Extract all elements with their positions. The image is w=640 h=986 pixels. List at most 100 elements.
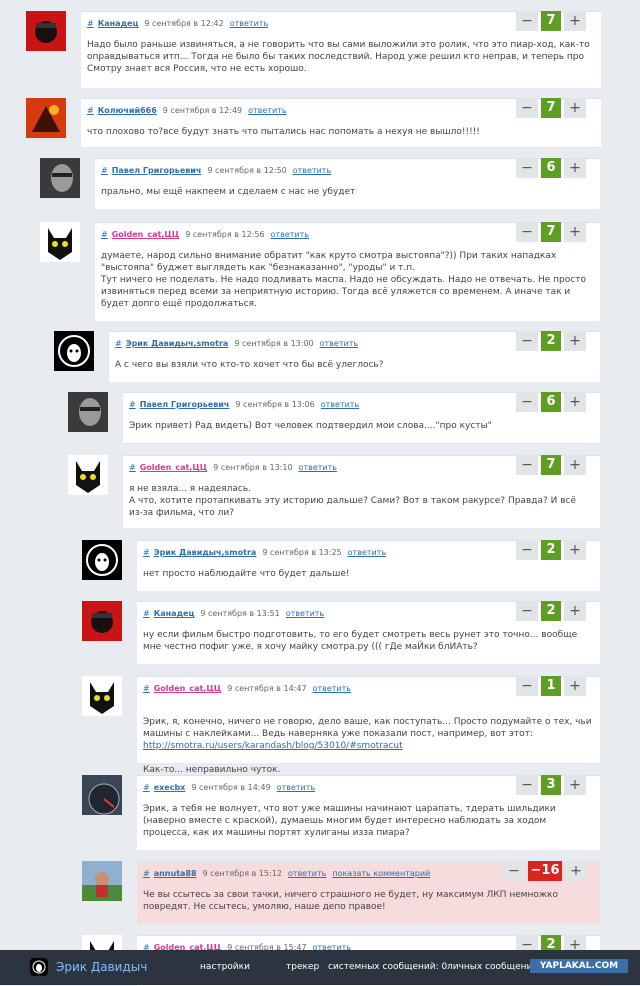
vote-widget: − 6 + — [516, 158, 586, 178]
vote-up-button[interactable]: + — [564, 601, 586, 621]
permalink[interactable]: # — [143, 869, 150, 878]
vote-up-button[interactable]: + — [564, 392, 586, 412]
comment-text-main: Эрик, я, конечно, ничего не говорю, дело… — [143, 717, 592, 739]
reply-link[interactable]: ответить — [286, 609, 324, 618]
permalink[interactable]: # — [143, 548, 150, 557]
current-username[interactable]: Эрик Давидыч — [56, 960, 147, 974]
avatar[interactable] — [82, 861, 122, 901]
reply-link[interactable]: ответить — [293, 166, 331, 175]
reply-link[interactable]: ответить — [313, 684, 351, 693]
vote-down-button[interactable]: − — [516, 392, 538, 412]
comment-time: 9 сентября в 15:12 — [202, 869, 282, 878]
comment-time: 9 сентября в 12:50 — [207, 166, 287, 175]
comment-text: Надо было раньше извиняться, а не говори… — [87, 40, 590, 74]
comment-author[interactable]: Павел Григорьевич — [140, 400, 230, 409]
show-comment-link[interactable]: показать комментарий — [332, 869, 430, 878]
comment-time: 9 сентября в 14:47 — [227, 684, 307, 693]
user-avatar[interactable] — [30, 958, 48, 976]
vote-down-button[interactable]: − — [516, 158, 538, 178]
vote-down-button[interactable]: − — [516, 222, 538, 242]
reply-link[interactable]: ответить — [230, 19, 268, 28]
comment-text: думаете, народ сильно внимание обратит "… — [101, 251, 586, 309]
reply-link[interactable]: ответить — [271, 230, 309, 239]
settings-link[interactable]: настройки — [200, 962, 250, 972]
permalink[interactable]: # — [143, 684, 150, 693]
vote-up-button[interactable]: + — [564, 775, 586, 795]
avatar[interactable] — [82, 540, 122, 580]
vote-down-button[interactable]: − — [516, 331, 538, 351]
vote-up-button[interactable]: + — [564, 455, 586, 475]
vote-up-button[interactable]: + — [564, 540, 586, 560]
comment-author[interactable]: Эрик Давидыч,smotra — [154, 548, 257, 557]
permalink[interactable]: # — [101, 230, 108, 239]
vote-up-button[interactable]: + — [564, 331, 586, 351]
comment-author[interactable]: Канадец — [154, 609, 195, 618]
reply-link[interactable]: ответить — [321, 400, 359, 409]
vote-up-button[interactable]: + — [564, 222, 586, 242]
comment-author[interactable]: Эрик Давидыч,smotra — [126, 339, 229, 348]
avatar[interactable] — [40, 222, 80, 262]
permalink[interactable]: # — [143, 609, 150, 618]
vote-up-button[interactable]: + — [564, 98, 586, 118]
avatar[interactable] — [40, 158, 80, 198]
tracker-link[interactable]: трекер — [286, 962, 319, 972]
comment-time: 9 сентября в 13:25 — [262, 548, 342, 557]
vote-down-button[interactable]: − — [516, 540, 538, 560]
vote-up-button[interactable]: + — [564, 676, 586, 696]
avatar[interactable] — [26, 98, 66, 138]
comment-author[interactable]: Golden_cat,ЦЦ — [154, 684, 222, 693]
avatar[interactable] — [82, 601, 122, 641]
avatar[interactable] — [82, 775, 122, 815]
vote-down-button[interactable]: − — [516, 676, 538, 696]
reply-link[interactable]: ответить — [299, 463, 337, 472]
comment-author[interactable]: Golden_cat,ЦЦ — [140, 463, 208, 472]
score-badge: 3 — [541, 775, 561, 795]
vote-widget: − −16 + — [503, 861, 587, 881]
comment-time: 9 сентября в 13:00 — [234, 339, 314, 348]
score-badge: 2 — [541, 601, 561, 621]
reply-link[interactable]: ответить — [320, 339, 358, 348]
permalink[interactable]: # — [87, 106, 94, 115]
vote-widget: − 2 + — [516, 331, 586, 351]
comment-author[interactable]: Канадец — [98, 19, 139, 28]
comment-text: я не взяла... я надеялась. А что, хотите… — [129, 484, 577, 518]
system-messages-link[interactable]: системных сообщений: 0 — [328, 962, 447, 972]
vote-down-button[interactable]: − — [503, 861, 525, 881]
site-logo[interactable]: YAPLAKAL.COM — [530, 959, 628, 973]
reply-link[interactable]: ответить — [277, 783, 315, 792]
permalink[interactable]: # — [129, 400, 136, 409]
vote-up-button[interactable]: + — [565, 861, 587, 881]
permalink[interactable]: # — [129, 463, 136, 472]
reply-link[interactable]: ответить — [348, 548, 386, 557]
avatar[interactable] — [54, 331, 94, 371]
score-badge: 1 — [541, 676, 561, 696]
reply-link[interactable]: ответить — [248, 106, 286, 115]
vote-up-button[interactable]: + — [564, 158, 586, 178]
comment-time: 9 сентября в 13:51 — [200, 609, 280, 618]
comment-author[interactable]: Павел Григорьевич — [112, 166, 202, 175]
vote-widget: − 2 + — [516, 601, 586, 621]
permalink[interactable]: # — [115, 339, 122, 348]
comment-author[interactable]: Golden_cat,ЦЦ — [112, 230, 180, 239]
permalink[interactable]: # — [87, 19, 94, 28]
reply-link[interactable]: ответить — [288, 869, 326, 878]
avatar[interactable] — [82, 676, 122, 716]
vote-down-button[interactable]: − — [516, 455, 538, 475]
comment-link[interactable]: http://smotra.ru/users/karandash/blog/53… — [143, 741, 403, 751]
vote-down-button[interactable]: − — [516, 601, 538, 621]
vote-down-button[interactable]: − — [516, 11, 538, 31]
vote-down-button[interactable]: − — [516, 98, 538, 118]
comment-author[interactable]: Колючий666 — [98, 106, 157, 115]
vote-down-button[interactable]: − — [516, 775, 538, 795]
permalink[interactable]: # — [101, 166, 108, 175]
comment-author[interactable]: execbx — [154, 783, 186, 792]
permalink[interactable]: # — [143, 783, 150, 792]
avatar[interactable] — [68, 455, 108, 495]
score-badge: 7 — [541, 98, 561, 118]
vote-widget: − 6 + — [516, 392, 586, 412]
avatar[interactable] — [26, 11, 66, 51]
comment-author[interactable]: annuta88 — [154, 869, 197, 878]
vote-up-button[interactable]: + — [564, 11, 586, 31]
comment-time: 9 сентября в 12:49 — [162, 106, 243, 115]
avatar[interactable] — [68, 392, 108, 432]
